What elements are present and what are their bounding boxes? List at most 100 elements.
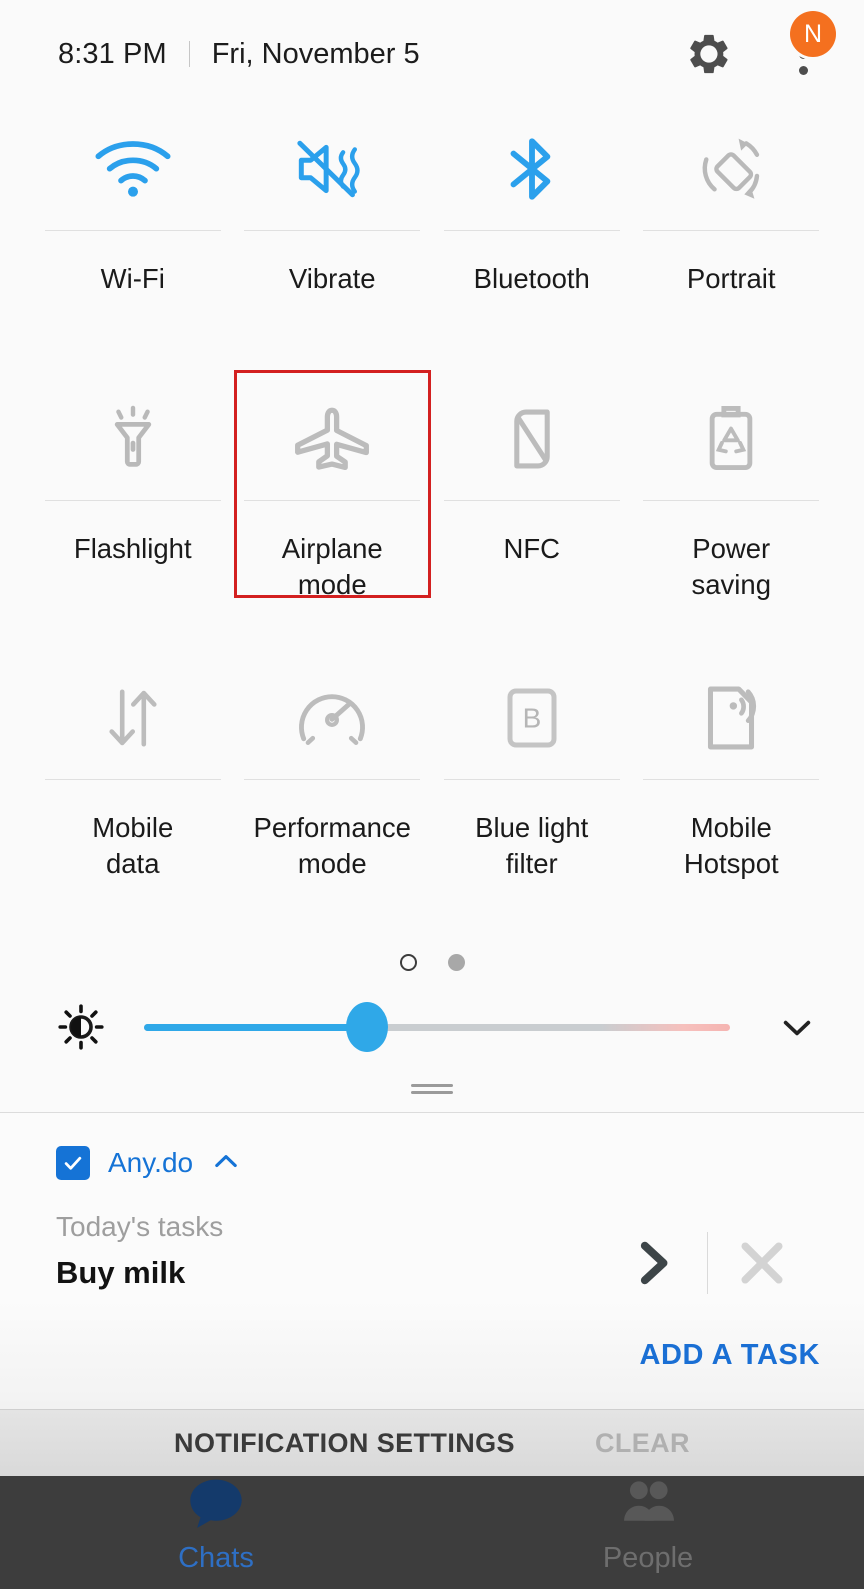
status-bar: 8:31 PM Fri, November 5 N — [0, 0, 864, 108]
kebab-dot-3 — [798, 65, 808, 75]
quick-tile-label: Mobile data — [92, 812, 174, 880]
tile-divider — [244, 230, 421, 231]
slider-track-fill — [144, 1023, 367, 1031]
notification-card[interactable]: Any.do Today's tasks Buy milk ADD A TASK — [0, 1113, 864, 1409]
overflow-menu-button[interactable]: N — [776, 11, 836, 83]
tile-divider — [443, 779, 620, 780]
mobile-hotspot-icon — [708, 686, 757, 750]
quick-tile-power-saving[interactable]: Power saving — [632, 378, 832, 657]
brightness-slider[interactable] — [144, 1002, 730, 1052]
quick-tile-label: Flashlight — [73, 533, 192, 564]
notification-settings-button[interactable]: NOTIFICATION SETTINGS — [174, 1428, 515, 1459]
action-divider — [707, 1232, 708, 1294]
notification-toolbar: NOTIFICATION SETTINGS CLEAR — [0, 1409, 864, 1476]
flashlight-icon — [114, 405, 151, 467]
add-a-task-button[interactable]: ADD A TASK — [639, 1339, 820, 1372]
quick-tile-flashlight[interactable]: Flashlight — [33, 378, 233, 657]
app-tab-people[interactable]: People — [432, 1476, 864, 1589]
tile-divider — [443, 230, 620, 231]
clear-notifications-button[interactable]: CLEAR — [595, 1428, 690, 1459]
notification-body: Today's tasks Buy milk — [0, 1187, 864, 1301]
notification-actions — [615, 1211, 800, 1301]
quick-tile-icon-wrap — [33, 657, 233, 779]
tile-divider — [244, 500, 421, 501]
checkbox-checked-icon — [56, 1146, 90, 1180]
shade-drag-area[interactable] — [0, 1066, 864, 1112]
notification-title: Buy milk — [56, 1255, 186, 1290]
quick-tile-mobile-data[interactable]: Mobile data — [33, 657, 233, 936]
quick-tile-portrait[interactable]: Portrait — [632, 108, 832, 378]
clock-time: 8:31 PM — [58, 37, 167, 70]
notification-text: Today's tasks Buy milk — [56, 1211, 615, 1291]
tile-divider — [643, 500, 820, 501]
quick-tile-label: Airplane mode — [281, 533, 383, 601]
quick-settings-grid: Wi-Fi Vibrate Bluetooth Portrait Flashli… — [0, 108, 864, 936]
mobile-data-icon — [109, 689, 157, 747]
quick-tile-blue-light-filter[interactable]: B Blue light filter — [432, 657, 632, 936]
tile-divider — [643, 230, 820, 231]
quick-tile-icon-wrap — [233, 108, 433, 230]
quick-tile-icon-wrap — [432, 378, 632, 500]
quick-tile-performance-mode[interactable]: Performance mode — [233, 657, 433, 936]
quick-tile-label: Bluetooth — [473, 263, 590, 294]
tile-divider — [44, 779, 221, 780]
check-icon — [64, 1156, 82, 1170]
airplane-icon — [295, 407, 370, 471]
tile-divider — [643, 779, 820, 780]
tile-divider — [44, 230, 221, 231]
nfc-icon — [514, 409, 550, 469]
gear-icon — [690, 34, 728, 74]
close-x-icon — [741, 1242, 783, 1284]
chat-bubble-icon — [190, 1479, 242, 1528]
page-dot-2[interactable] — [447, 953, 465, 971]
quick-tile-icon-wrap — [432, 108, 632, 230]
quick-tile-icon-wrap — [233, 657, 433, 779]
quick-tile-bluetooth[interactable]: Bluetooth — [432, 108, 632, 378]
shade-drag-handle-icon[interactable] — [411, 1084, 453, 1094]
wifi-icon — [95, 141, 171, 197]
quick-tile-icon-wrap — [632, 378, 832, 500]
quick-tile-icon-wrap — [632, 657, 832, 779]
chevron-right-icon — [640, 1241, 668, 1285]
quick-tile-label: Blue light filter — [475, 812, 589, 880]
app-tab-chats[interactable]: Chats — [0, 1476, 432, 1589]
quick-tile-nfc[interactable]: NFC — [432, 378, 632, 657]
quick-tile-icon-wrap — [33, 378, 233, 500]
quick-tile-icon-wrap — [233, 378, 433, 500]
blue-light-filter-icon: B — [507, 688, 557, 748]
power-saving-icon — [709, 406, 753, 471]
dismiss-task-button[interactable] — [724, 1225, 800, 1301]
status-divider — [188, 41, 190, 67]
quick-tile-vibrate[interactable]: Vibrate — [233, 108, 433, 378]
quick-tile-wifi[interactable]: Wi-Fi — [33, 108, 233, 378]
page-indicator — [0, 936, 864, 988]
expand-brightness-button[interactable] — [770, 1006, 824, 1048]
slider-thumb[interactable] — [345, 1002, 388, 1052]
complete-task-button[interactable] — [615, 1225, 691, 1301]
quick-tile-airplane-mode[interactable]: Airplane mode — [233, 370, 433, 657]
tile-divider — [44, 500, 221, 501]
drag-line-1 — [411, 1084, 453, 1087]
brightness-button[interactable] — [56, 1003, 106, 1051]
quick-tile-label: Performance mode — [253, 812, 411, 880]
people-icon — [624, 1481, 674, 1521]
settings-button[interactable] — [682, 27, 736, 81]
app-tab-label: Chats — [178, 1542, 254, 1574]
screen-rotation-icon — [702, 138, 760, 199]
page-dot-1[interactable] — [399, 953, 417, 971]
chevron-up-icon — [215, 1154, 237, 1167]
notification-header: Any.do — [0, 1139, 864, 1187]
chevron-down-icon — [783, 1020, 811, 1036]
brightness-row — [0, 988, 864, 1066]
dimmed-app-background: Chats People — [0, 1476, 864, 1589]
app-tab-label: People — [602, 1542, 694, 1574]
notification-badge: N — [790, 11, 836, 57]
quick-tile-label: Vibrate — [288, 263, 376, 294]
svg-text:B: B — [522, 703, 541, 734]
brightness-icon — [58, 1004, 104, 1050]
collapse-notification-button[interactable] — [209, 1144, 243, 1183]
clock-date: Fri, November 5 — [211, 37, 420, 70]
quick-tile-mobile-hotspot[interactable]: Mobile Hotspot — [632, 657, 832, 936]
tile-divider — [443, 500, 620, 501]
bluetooth-icon — [510, 138, 551, 200]
